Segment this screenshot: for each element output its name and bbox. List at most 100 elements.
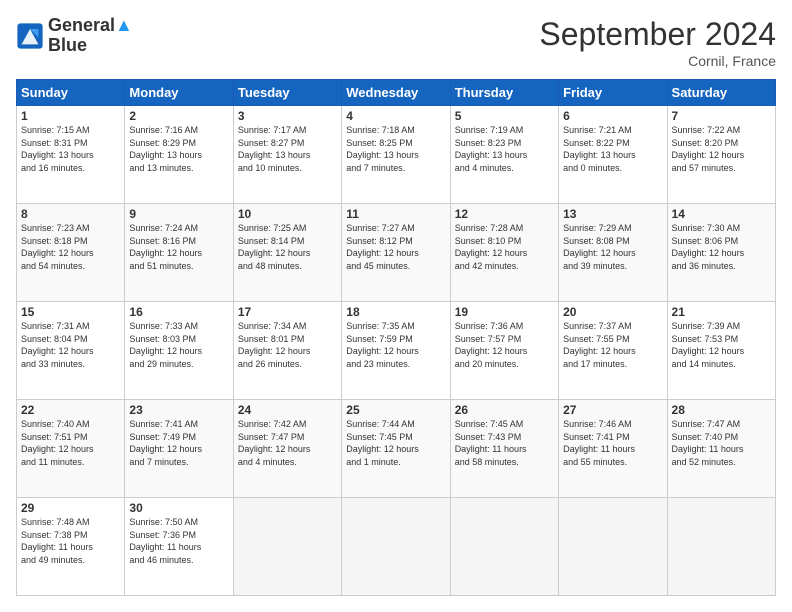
day-info: Sunrise: 7:44 AMSunset: 7:45 PMDaylight:… <box>346 418 445 468</box>
day-number: 7 <box>672 109 771 123</box>
day-number: 25 <box>346 403 445 417</box>
table-row: 28Sunrise: 7:47 AMSunset: 7:40 PMDayligh… <box>667 400 775 498</box>
day-number: 17 <box>238 305 337 319</box>
day-info: Sunrise: 7:33 AMSunset: 8:03 PMDaylight:… <box>129 320 228 370</box>
day-number: 6 <box>563 109 662 123</box>
day-info: Sunrise: 7:42 AMSunset: 7:47 PMDaylight:… <box>238 418 337 468</box>
day-number: 23 <box>129 403 228 417</box>
day-number: 22 <box>21 403 120 417</box>
day-number: 4 <box>346 109 445 123</box>
day-info: Sunrise: 7:29 AMSunset: 8:08 PMDaylight:… <box>563 222 662 272</box>
table-row: 18Sunrise: 7:35 AMSunset: 7:59 PMDayligh… <box>342 302 450 400</box>
table-row: 22Sunrise: 7:40 AMSunset: 7:51 PMDayligh… <box>17 400 125 498</box>
header: General▲ Blue September 2024 Cornil, Fra… <box>16 16 776 69</box>
table-row: 8Sunrise: 7:23 AMSunset: 8:18 PMDaylight… <box>17 204 125 302</box>
day-info: Sunrise: 7:27 AMSunset: 8:12 PMDaylight:… <box>346 222 445 272</box>
calendar-table: Sunday Monday Tuesday Wednesday Thursday… <box>16 79 776 596</box>
day-info: Sunrise: 7:25 AMSunset: 8:14 PMDaylight:… <box>238 222 337 272</box>
header-friday: Friday <box>559 80 667 106</box>
day-info: Sunrise: 7:31 AMSunset: 8:04 PMDaylight:… <box>21 320 120 370</box>
table-row <box>233 498 341 596</box>
table-row: 20Sunrise: 7:37 AMSunset: 7:55 PMDayligh… <box>559 302 667 400</box>
day-number: 24 <box>238 403 337 417</box>
day-number: 18 <box>346 305 445 319</box>
day-info: Sunrise: 7:16 AMSunset: 8:29 PMDaylight:… <box>129 124 228 174</box>
table-row: 14Sunrise: 7:30 AMSunset: 8:06 PMDayligh… <box>667 204 775 302</box>
table-row <box>667 498 775 596</box>
calendar-week-row: 8Sunrise: 7:23 AMSunset: 8:18 PMDaylight… <box>17 204 776 302</box>
calendar-header-row: Sunday Monday Tuesday Wednesday Thursday… <box>17 80 776 106</box>
table-row: 27Sunrise: 7:46 AMSunset: 7:41 PMDayligh… <box>559 400 667 498</box>
day-number: 2 <box>129 109 228 123</box>
table-row: 6Sunrise: 7:21 AMSunset: 8:22 PMDaylight… <box>559 106 667 204</box>
day-number: 9 <box>129 207 228 221</box>
table-row: 15Sunrise: 7:31 AMSunset: 8:04 PMDayligh… <box>17 302 125 400</box>
day-number: 27 <box>563 403 662 417</box>
logo-icon <box>16 22 44 50</box>
day-number: 13 <box>563 207 662 221</box>
day-info: Sunrise: 7:35 AMSunset: 7:59 PMDaylight:… <box>346 320 445 370</box>
day-info: Sunrise: 7:15 AMSunset: 8:31 PMDaylight:… <box>21 124 120 174</box>
table-row: 24Sunrise: 7:42 AMSunset: 7:47 PMDayligh… <box>233 400 341 498</box>
header-thursday: Thursday <box>450 80 558 106</box>
calendar-week-row: 29Sunrise: 7:48 AMSunset: 7:38 PMDayligh… <box>17 498 776 596</box>
table-row <box>559 498 667 596</box>
table-row: 30Sunrise: 7:50 AMSunset: 7:36 PMDayligh… <box>125 498 233 596</box>
table-row: 17Sunrise: 7:34 AMSunset: 8:01 PMDayligh… <box>233 302 341 400</box>
day-info: Sunrise: 7:23 AMSunset: 8:18 PMDaylight:… <box>21 222 120 272</box>
day-number: 26 <box>455 403 554 417</box>
logo: General▲ Blue <box>16 16 133 56</box>
table-row: 12Sunrise: 7:28 AMSunset: 8:10 PMDayligh… <box>450 204 558 302</box>
day-number: 29 <box>21 501 120 515</box>
day-number: 11 <box>346 207 445 221</box>
table-row: 11Sunrise: 7:27 AMSunset: 8:12 PMDayligh… <box>342 204 450 302</box>
day-number: 20 <box>563 305 662 319</box>
table-row: 25Sunrise: 7:44 AMSunset: 7:45 PMDayligh… <box>342 400 450 498</box>
month-title: September 2024 <box>539 16 776 53</box>
table-row <box>450 498 558 596</box>
day-info: Sunrise: 7:36 AMSunset: 7:57 PMDaylight:… <box>455 320 554 370</box>
day-info: Sunrise: 7:28 AMSunset: 8:10 PMDaylight:… <box>455 222 554 272</box>
day-info: Sunrise: 7:46 AMSunset: 7:41 PMDaylight:… <box>563 418 662 468</box>
day-number: 19 <box>455 305 554 319</box>
day-number: 5 <box>455 109 554 123</box>
table-row: 1Sunrise: 7:15 AMSunset: 8:31 PMDaylight… <box>17 106 125 204</box>
day-info: Sunrise: 7:21 AMSunset: 8:22 PMDaylight:… <box>563 124 662 174</box>
day-info: Sunrise: 7:41 AMSunset: 7:49 PMDaylight:… <box>129 418 228 468</box>
day-number: 8 <box>21 207 120 221</box>
day-info: Sunrise: 7:50 AMSunset: 7:36 PMDaylight:… <box>129 516 228 566</box>
day-info: Sunrise: 7:18 AMSunset: 8:25 PMDaylight:… <box>346 124 445 174</box>
day-number: 14 <box>672 207 771 221</box>
day-info: Sunrise: 7:48 AMSunset: 7:38 PMDaylight:… <box>21 516 120 566</box>
table-row: 29Sunrise: 7:48 AMSunset: 7:38 PMDayligh… <box>17 498 125 596</box>
table-row: 3Sunrise: 7:17 AMSunset: 8:27 PMDaylight… <box>233 106 341 204</box>
table-row: 4Sunrise: 7:18 AMSunset: 8:25 PMDaylight… <box>342 106 450 204</box>
table-row: 7Sunrise: 7:22 AMSunset: 8:20 PMDaylight… <box>667 106 775 204</box>
page: General▲ Blue September 2024 Cornil, Fra… <box>0 0 792 612</box>
day-info: Sunrise: 7:34 AMSunset: 8:01 PMDaylight:… <box>238 320 337 370</box>
table-row: 23Sunrise: 7:41 AMSunset: 7:49 PMDayligh… <box>125 400 233 498</box>
day-number: 21 <box>672 305 771 319</box>
table-row: 26Sunrise: 7:45 AMSunset: 7:43 PMDayligh… <box>450 400 558 498</box>
day-info: Sunrise: 7:30 AMSunset: 8:06 PMDaylight:… <box>672 222 771 272</box>
calendar-week-row: 1Sunrise: 7:15 AMSunset: 8:31 PMDaylight… <box>17 106 776 204</box>
day-info: Sunrise: 7:39 AMSunset: 7:53 PMDaylight:… <box>672 320 771 370</box>
calendar-week-row: 15Sunrise: 7:31 AMSunset: 8:04 PMDayligh… <box>17 302 776 400</box>
table-row: 5Sunrise: 7:19 AMSunset: 8:23 PMDaylight… <box>450 106 558 204</box>
table-row: 2Sunrise: 7:16 AMSunset: 8:29 PMDaylight… <box>125 106 233 204</box>
day-number: 15 <box>21 305 120 319</box>
table-row <box>342 498 450 596</box>
day-info: Sunrise: 7:19 AMSunset: 8:23 PMDaylight:… <box>455 124 554 174</box>
header-sunday: Sunday <box>17 80 125 106</box>
logo-text: General▲ Blue <box>48 16 133 56</box>
day-number: 30 <box>129 501 228 515</box>
header-saturday: Saturday <box>667 80 775 106</box>
table-row: 19Sunrise: 7:36 AMSunset: 7:57 PMDayligh… <box>450 302 558 400</box>
day-number: 16 <box>129 305 228 319</box>
location: Cornil, France <box>539 53 776 69</box>
table-row: 9Sunrise: 7:24 AMSunset: 8:16 PMDaylight… <box>125 204 233 302</box>
table-row: 16Sunrise: 7:33 AMSunset: 8:03 PMDayligh… <box>125 302 233 400</box>
day-number: 12 <box>455 207 554 221</box>
day-info: Sunrise: 7:47 AMSunset: 7:40 PMDaylight:… <box>672 418 771 468</box>
day-number: 3 <box>238 109 337 123</box>
